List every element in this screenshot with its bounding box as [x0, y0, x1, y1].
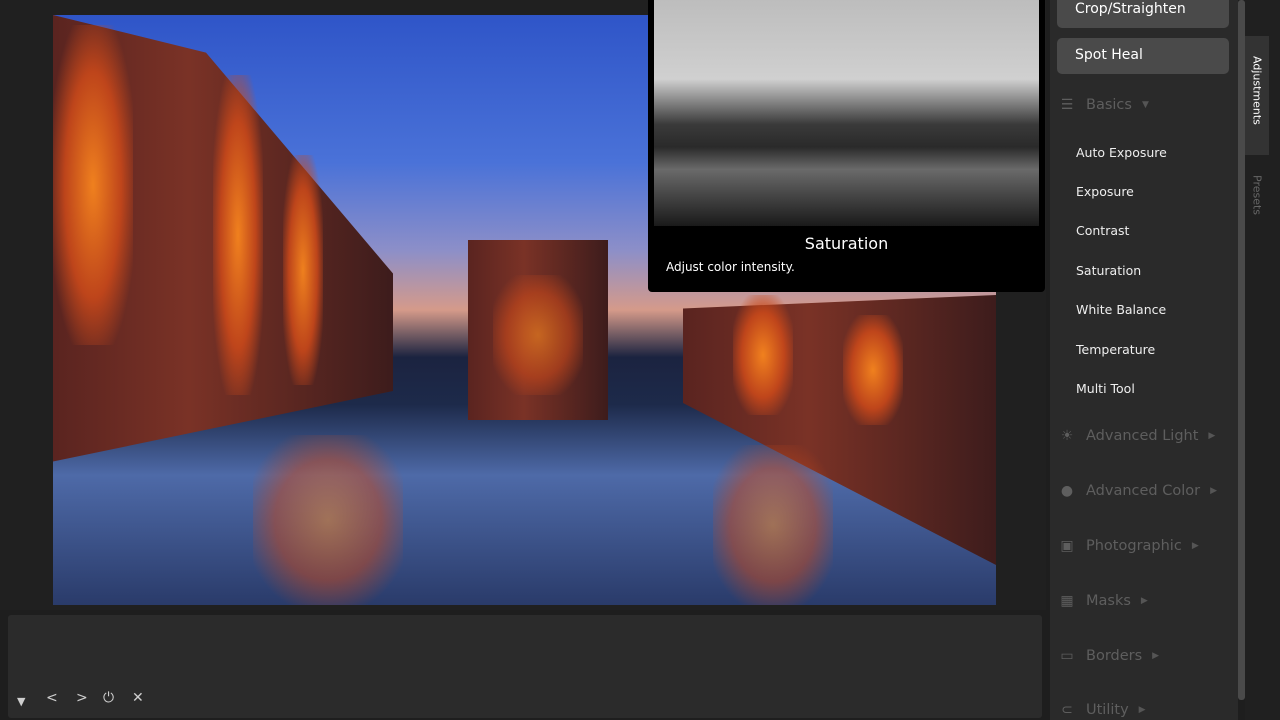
close-icon[interactable]: ✕ — [132, 690, 144, 706]
next-chevron-icon[interactable]: > — [76, 690, 88, 706]
collapse-triangle-icon[interactable]: ▼ — [17, 695, 25, 708]
power-icon[interactable]: ⏻ — [103, 690, 114, 706]
triangle-right-icon: ▶ — [1191, 541, 1199, 551]
plug-icon: ⊂ — [1061, 702, 1073, 718]
item-saturation[interactable]: Saturation — [1076, 263, 1141, 278]
section-label: Masks — [1086, 593, 1131, 609]
section-masks[interactable]: ▦ Masks ▶ — [1058, 593, 1148, 609]
section-label: Photographic — [1086, 538, 1182, 554]
color-circles-icon: ● — [1060, 483, 1074, 499]
triangle-right-icon: ▶ — [1208, 431, 1216, 441]
tooltip-title: Saturation — [804, 234, 889, 253]
tooltip-preview-image — [654, 0, 1039, 226]
section-borders[interactable]: ▭ Borders ▶ — [1058, 648, 1159, 664]
panel-scrollbar[interactable] — [1238, 0, 1245, 700]
rectangle-icon: ▭ — [1060, 648, 1074, 664]
crop-straighten-button[interactable]: Crop/Straighten — [1057, 0, 1229, 28]
sliders-icon: ☰ — [1060, 97, 1074, 113]
spot-heal-button[interactable]: Spot Heal — [1057, 38, 1229, 74]
section-advanced-light[interactable]: ☀ Advanced Light ▶ — [1058, 428, 1216, 444]
tooltip-description: Adjust color intensity. — [666, 260, 795, 274]
section-label: Advanced Light — [1086, 428, 1199, 444]
section-label: Basics — [1086, 97, 1132, 113]
triangle-right-icon: ▶ — [1140, 596, 1148, 606]
item-contrast[interactable]: Contrast — [1076, 223, 1129, 238]
triangle-down-icon: ▼ — [1141, 100, 1149, 110]
side-tabs: Adjustments Presets — [1245, 0, 1280, 720]
previous-chevron-icon[interactable]: < — [46, 690, 58, 706]
item-auto-exposure[interactable]: Auto Exposure — [1076, 145, 1167, 160]
sun-icon: ☀ — [1060, 428, 1074, 444]
section-label: Utility — [1086, 702, 1129, 718]
camera-icon: ▣ — [1060, 538, 1074, 554]
triangle-right-icon: ▶ — [1210, 486, 1218, 496]
section-utility[interactable]: ⊂ Utility ▶ — [1058, 702, 1146, 718]
section-label: Borders — [1086, 648, 1143, 664]
checker-icon: ▦ — [1060, 593, 1074, 609]
item-white-balance[interactable]: White Balance — [1076, 302, 1166, 317]
triangle-right-icon: ▶ — [1138, 705, 1146, 715]
item-temperature[interactable]: Temperature — [1076, 342, 1155, 357]
tab-presets[interactable]: Presets — [1245, 155, 1269, 235]
filmstrip-panel — [8, 615, 1042, 718]
section-basics[interactable]: ☰ Basics ▼ — [1058, 97, 1149, 113]
section-advanced-color[interactable]: ● Advanced Color ▶ — [1058, 483, 1217, 499]
tab-adjustments[interactable]: Adjustments — [1245, 36, 1269, 155]
triangle-right-icon: ▶ — [1152, 651, 1160, 661]
section-photographic[interactable]: ▣ Photographic ▶ — [1058, 538, 1199, 554]
section-label: Advanced Color — [1086, 483, 1201, 499]
item-exposure[interactable]: Exposure — [1076, 184, 1134, 199]
adjustments-panel: Crop/Straighten Spot Heal ☰ Basics ▼ Aut… — [1050, 0, 1238, 720]
item-multi-tool[interactable]: Multi Tool — [1076, 381, 1135, 396]
tooltip-saturation: Saturation Adjust color intensity. — [648, 0, 1045, 292]
